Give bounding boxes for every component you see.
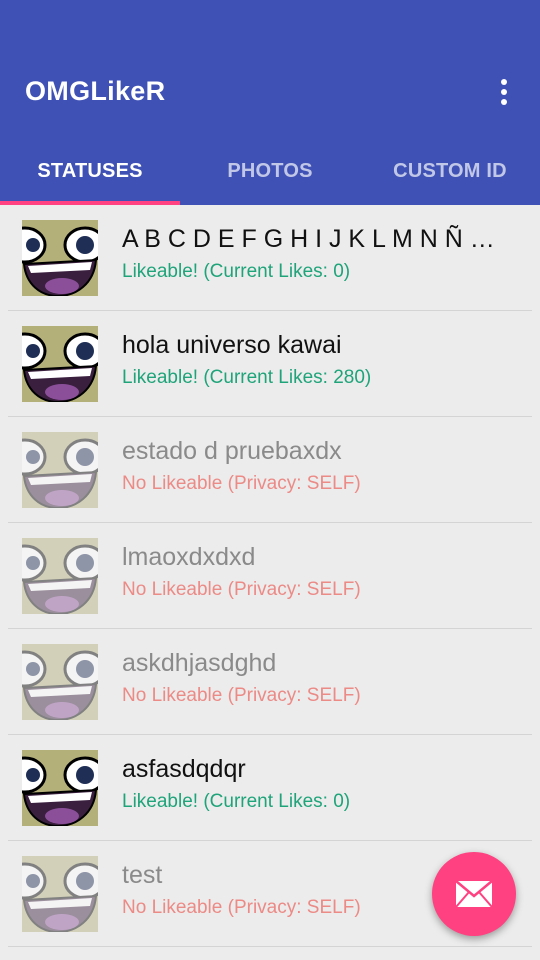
awesome-face-icon	[22, 326, 98, 402]
status-likeability: Likeable! (Current Likes: 280)	[122, 367, 372, 388]
list-item[interactable]: askdhjasdghd No Likeable (Privacy: SELF)	[0, 629, 540, 735]
list-item[interactable]: estado d pruebaxdx No Likeable (Privacy:…	[0, 417, 540, 523]
list-item[interactable]: hola universo kawai Likeable! (Current L…	[0, 311, 540, 417]
tab-custom-id[interactable]: CUSTOM ID	[360, 140, 540, 202]
status-likeability: No Likeable (Privacy: SELF)	[122, 685, 361, 706]
status-likeability: No Likeable (Privacy: SELF)	[122, 473, 361, 494]
status-title: asfasdqdqr	[122, 755, 246, 783]
more-vert-icon[interactable]	[488, 74, 520, 110]
compose-fab-button[interactable]	[432, 852, 516, 936]
status-title: hola universo kawai	[122, 331, 342, 359]
status-title: estado d pruebaxdx	[122, 437, 342, 465]
awesome-face-icon	[22, 750, 98, 826]
status-title: lmaoxdxdxd	[122, 543, 256, 571]
list-item[interactable]: asfasdqdqr Likeable! (Current Likes: 0)	[0, 735, 540, 841]
status-list: A B C D E F G H I J K L M N Ñ O P Q R S …	[0, 205, 540, 947]
awesome-face-icon	[22, 644, 98, 720]
awesome-face-icon	[22, 432, 98, 508]
status-likeability: Likeable! (Current Likes: 0)	[122, 261, 351, 282]
status-likeability: Likeable! (Current Likes: 0)	[122, 791, 351, 812]
status-likeability: No Likeable (Privacy: SELF)	[122, 579, 361, 600]
status-title: A B C D E F G H I J K L M N Ñ O P Q R S …	[122, 225, 514, 253]
app-title: OMGLikeR	[25, 76, 166, 106]
app-bar: OMGLikeR STATUSES PHOTOS CUSTOM ID	[0, 0, 540, 205]
awesome-face-icon	[22, 538, 98, 614]
status-likeability: No Likeable (Privacy: SELF)	[122, 897, 361, 918]
list-item[interactable]: lmaoxdxdxd No Likeable (Privacy: SELF)	[0, 523, 540, 629]
awesome-face-icon	[22, 220, 98, 296]
status-title: askdhjasdghd	[122, 649, 277, 677]
tab-bar: STATUSES PHOTOS CUSTOM ID	[0, 140, 540, 202]
tab-photos[interactable]: PHOTOS	[180, 140, 360, 202]
tab-statuses[interactable]: STATUSES	[0, 140, 180, 202]
list-item[interactable]: A B C D E F G H I J K L M N Ñ O P Q R S …	[0, 205, 540, 311]
mail-icon	[455, 880, 493, 908]
awesome-face-icon	[22, 856, 98, 932]
